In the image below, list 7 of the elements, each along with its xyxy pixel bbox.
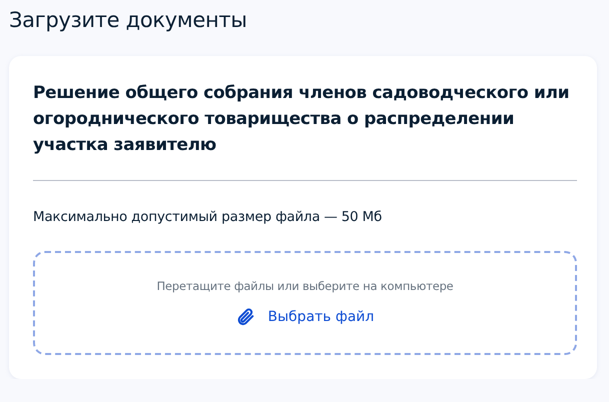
file-dropzone[interactable]: Перетащите файлы или выберите на компьютере Выбрать файл — [33, 251, 577, 355]
document-title: Решение общего собрания членов садоводческого или огороднического товарищества о распределении участка заявителю — [33, 80, 577, 181]
size-limit-text: Максимально допустимый размер файла — 50 Мб — [33, 208, 383, 227]
choose-file-button[interactable]: Выбрать файл — [236, 307, 374, 327]
dropzone-hint: Перетащите файлы или выберите на компьютере — [156, 279, 454, 293]
page-title: Загрузите документы — [9, 7, 248, 34]
paperclip-icon — [236, 307, 256, 327]
